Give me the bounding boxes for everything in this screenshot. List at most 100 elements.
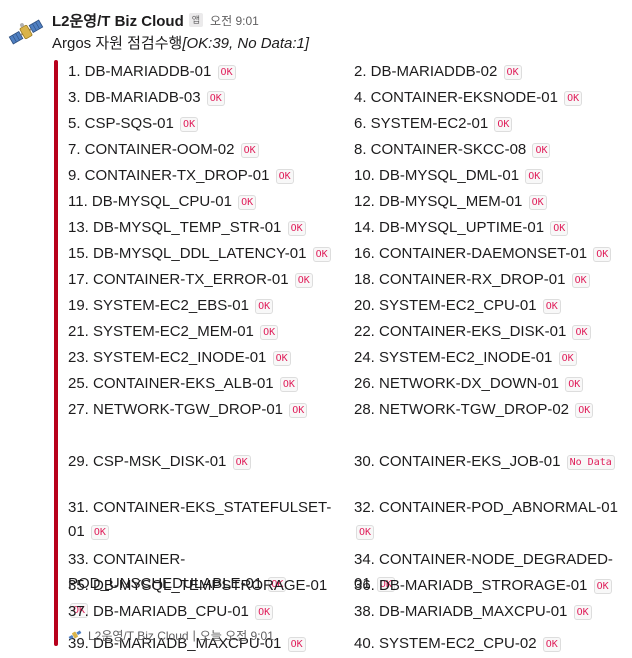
status-badge: OK <box>206 91 225 106</box>
result-item: 15. DB-MYSQL_DDL_LATENCY-01 OK <box>68 242 348 266</box>
result-item-label: 27. NETWORK-TGW_DROP-01 <box>68 401 284 418</box>
result-item-label: 35. DB-MYSQL_TEMPSTRORAGE-01 <box>68 577 328 594</box>
result-item: 5. CSP-SQS-01 OK <box>68 112 348 136</box>
status-badge: OK <box>532 143 551 158</box>
status-badge: OK <box>565 377 584 392</box>
status-badge: OK <box>503 65 522 80</box>
status-badge: OK <box>528 195 547 210</box>
status-badge: OK <box>260 325 279 340</box>
status-badge: OK <box>542 299 561 314</box>
result-row: 17. CONTAINER-TX_ERROR-01 OK 18. CONTAINE… <box>68 268 628 294</box>
result-item-label: 15. DB-MYSQL_DDL_LATENCY-01 <box>68 245 307 262</box>
result-item: 28. NETWORK-TGW_DROP-02 OK <box>354 398 628 422</box>
result-row: 33. CONTAINER-POD_UNSCHEDULABLE-01 OK 34.… <box>68 548 628 592</box>
status-badge: OK <box>240 143 259 158</box>
result-item-label: 6. SYSTEM-EC2-01 <box>354 115 489 132</box>
result-item-label: 17. CONTAINER-TX_ERROR-01 <box>68 271 289 288</box>
result-row: 3. DB-MARIADB-03 OK 4. CONTAINER-EKSNODE-… <box>68 86 628 112</box>
result-item: 9. CONTAINER-TX_DROP-01 OK <box>68 164 348 188</box>
result-item: 6. SYSTEM-EC2-01 OK <box>354 112 628 136</box>
status-badge: OK <box>550 221 569 236</box>
result-item-label: 3. DB-MARIADB-03 <box>68 89 201 106</box>
footer-sender: L2운영/T Biz Cloud <box>88 628 189 643</box>
result-row: 7. CONTAINER-OOM-02 OK 8. CONTAINER-SKCC-… <box>68 138 628 164</box>
app-badge: 앱 <box>188 13 204 27</box>
result-item: 29. CSP-MSK_DISK-01 OK <box>68 450 348 474</box>
result-item-label: 29. CSP-MSK_DISK-01 <box>68 453 227 470</box>
result-item-label: 13. DB-MYSQL_TEMP_STR-01 <box>68 219 282 236</box>
sender-name[interactable]: L2운영/T Biz Cloud <box>52 10 184 31</box>
result-item: 40. SYSTEM-EC2_CPU-02 OK <box>354 632 628 656</box>
result-item-label: 19. SYSTEM-EC2_EBS-01 <box>68 297 249 314</box>
result-row: 9. CONTAINER-TX_DROP-01 OK 10. DB-MYSQL_D… <box>68 164 628 190</box>
message-timestamp[interactable]: 오전 9:01 <box>210 12 259 29</box>
result-row: 19. SYSTEM-EC2_EBS-01 OK 20. SYSTEM-EC2_C… <box>68 294 628 320</box>
status-badge: OK <box>542 637 561 652</box>
result-item: 3. DB-MARIADB-03 OK <box>68 86 348 110</box>
summary-counts: [OK:39, No Data:1] <box>182 35 310 52</box>
status-badge: OK <box>90 525 109 540</box>
result-row: 25. CONTAINER-EKS_ALB-01 OK 26. NETWORK-D… <box>68 372 628 398</box>
result-item: 16. CONTAINER-DAEMONSET-01 OK <box>354 242 628 266</box>
result-item: 37. DB-MARIADB_CPU-01 OK <box>68 600 348 624</box>
result-item-label: 14. DB-MYSQL_UPTIME-01 <box>354 219 545 236</box>
result-item-label: 40. SYSTEM-EC2_CPU-02 <box>354 635 537 652</box>
result-item: 10. DB-MYSQL_DML-01 OK <box>354 164 628 188</box>
result-row: 31. CONTAINER-EKS_STATEFULSET-01 OK 32. C… <box>68 496 628 542</box>
result-item: 19. SYSTEM-EC2_EBS-01 OK <box>68 294 348 318</box>
result-row: 13. DB-MYSQL_TEMP_STR-01 OK 14. DB-MYSQL_… <box>68 216 628 242</box>
result-item: 23. SYSTEM-EC2_INODE-01 OK <box>68 346 348 370</box>
footer-timestamp[interactable]: 오늘 오전 9:01 <box>200 627 274 644</box>
result-item-label: 16. CONTAINER-DAEMONSET-01 <box>354 245 588 262</box>
avatar-satellite-icon[interactable] <box>8 14 44 50</box>
result-item: 27. NETWORK-TGW_DROP-01 OK <box>68 398 348 422</box>
result-item-label: 28. NETWORK-TGW_DROP-02 <box>354 401 570 418</box>
status-badge: OK <box>312 247 331 262</box>
result-row: 23. SYSTEM-EC2_INODE-01 OK 24. SYSTEM-EC2… <box>68 346 628 372</box>
result-item-label: 4. CONTAINER-EKSNODE-01 <box>354 89 558 106</box>
result-row: 21. SYSTEM-EC2_MEM-01 OK 22. CONTAINER-EK… <box>68 320 628 346</box>
result-item: 24. SYSTEM-EC2_INODE-01 OK <box>354 346 628 370</box>
result-item-label: 36. DB-MARIADB_STRORAGE-01 <box>354 577 588 594</box>
result-item-label: 5. CSP-SQS-01 <box>68 115 174 132</box>
status-badge: OK <box>573 605 592 620</box>
result-item-label: 26. NETWORK-DX_DOWN-01 <box>354 375 560 392</box>
result-item-label: 30. CONTAINER-EKS_JOB-01 <box>354 453 561 470</box>
result-item-label: 22. CONTAINER-EKS_DISK-01 <box>354 323 567 340</box>
result-item: 1. DB-MARIADDB-01 OK <box>68 60 348 84</box>
result-item: 13. DB-MYSQL_TEMP_STR-01 OK <box>68 216 348 240</box>
status-badge: No Data <box>566 455 615 470</box>
result-item-label: 38. DB-MARIADB_MAXCPU-01 <box>354 603 568 620</box>
satellite-icon <box>68 628 82 642</box>
status-badge: OK <box>593 247 612 262</box>
result-item-label: 9. CONTAINER-TX_DROP-01 <box>68 167 270 184</box>
result-item-label: 10. DB-MYSQL_DML-01 <box>354 167 520 184</box>
result-item: 31. CONTAINER-EKS_STATEFULSET-01 OK <box>68 496 348 544</box>
status-badge: OK <box>238 195 257 210</box>
status-badge: OK <box>571 273 590 288</box>
result-item: 38. DB-MARIADB_MAXCPU-01 OK <box>354 600 628 624</box>
result-row: 5. CSP-SQS-01 OK 6. SYSTEM-EC2-01 OK <box>68 112 628 138</box>
result-item-label: 12. DB-MYSQL_MEM-01 <box>354 193 523 210</box>
result-item-label: 37. DB-MARIADB_CPU-01 <box>68 603 249 620</box>
result-item: 7. CONTAINER-OOM-02 OK <box>68 138 348 162</box>
result-item: 21. SYSTEM-EC2_MEM-01 OK <box>68 320 348 344</box>
message-header: L2운영/T Biz Cloud 앱 오전 9:01 <box>52 10 259 30</box>
status-badge: OK <box>287 637 306 652</box>
result-item: 26. NETWORK-DX_DOWN-01 OK <box>354 372 628 396</box>
result-item: 2. DB-MARIADDB-02 OK <box>354 60 628 84</box>
status-badge: OK <box>294 273 313 288</box>
result-item-label: 24. SYSTEM-EC2_INODE-01 <box>354 349 553 366</box>
result-item-label: 18. CONTAINER-RX_DROP-01 <box>354 271 566 288</box>
attachment-footer: L2운영/T Biz Cloud | 오늘 오전 9:01 <box>68 627 274 643</box>
result-item: 8. CONTAINER-SKCC-08 OK <box>354 138 628 162</box>
status-badge: OK <box>255 299 274 314</box>
result-item: 12. DB-MYSQL_MEM-01 OK <box>354 190 628 214</box>
result-item-label: 23. SYSTEM-EC2_INODE-01 <box>68 349 267 366</box>
status-badge: OK <box>593 579 612 594</box>
result-item: 18. CONTAINER-RX_DROP-01 OK <box>354 268 628 292</box>
result-item-label: 25. CONTAINER-EKS_ALB-01 <box>68 375 274 392</box>
result-item-label: 21. SYSTEM-EC2_MEM-01 <box>68 323 254 340</box>
attachment-accent-bar <box>54 60 58 646</box>
result-item-label: 7. CONTAINER-OOM-02 <box>68 141 235 158</box>
